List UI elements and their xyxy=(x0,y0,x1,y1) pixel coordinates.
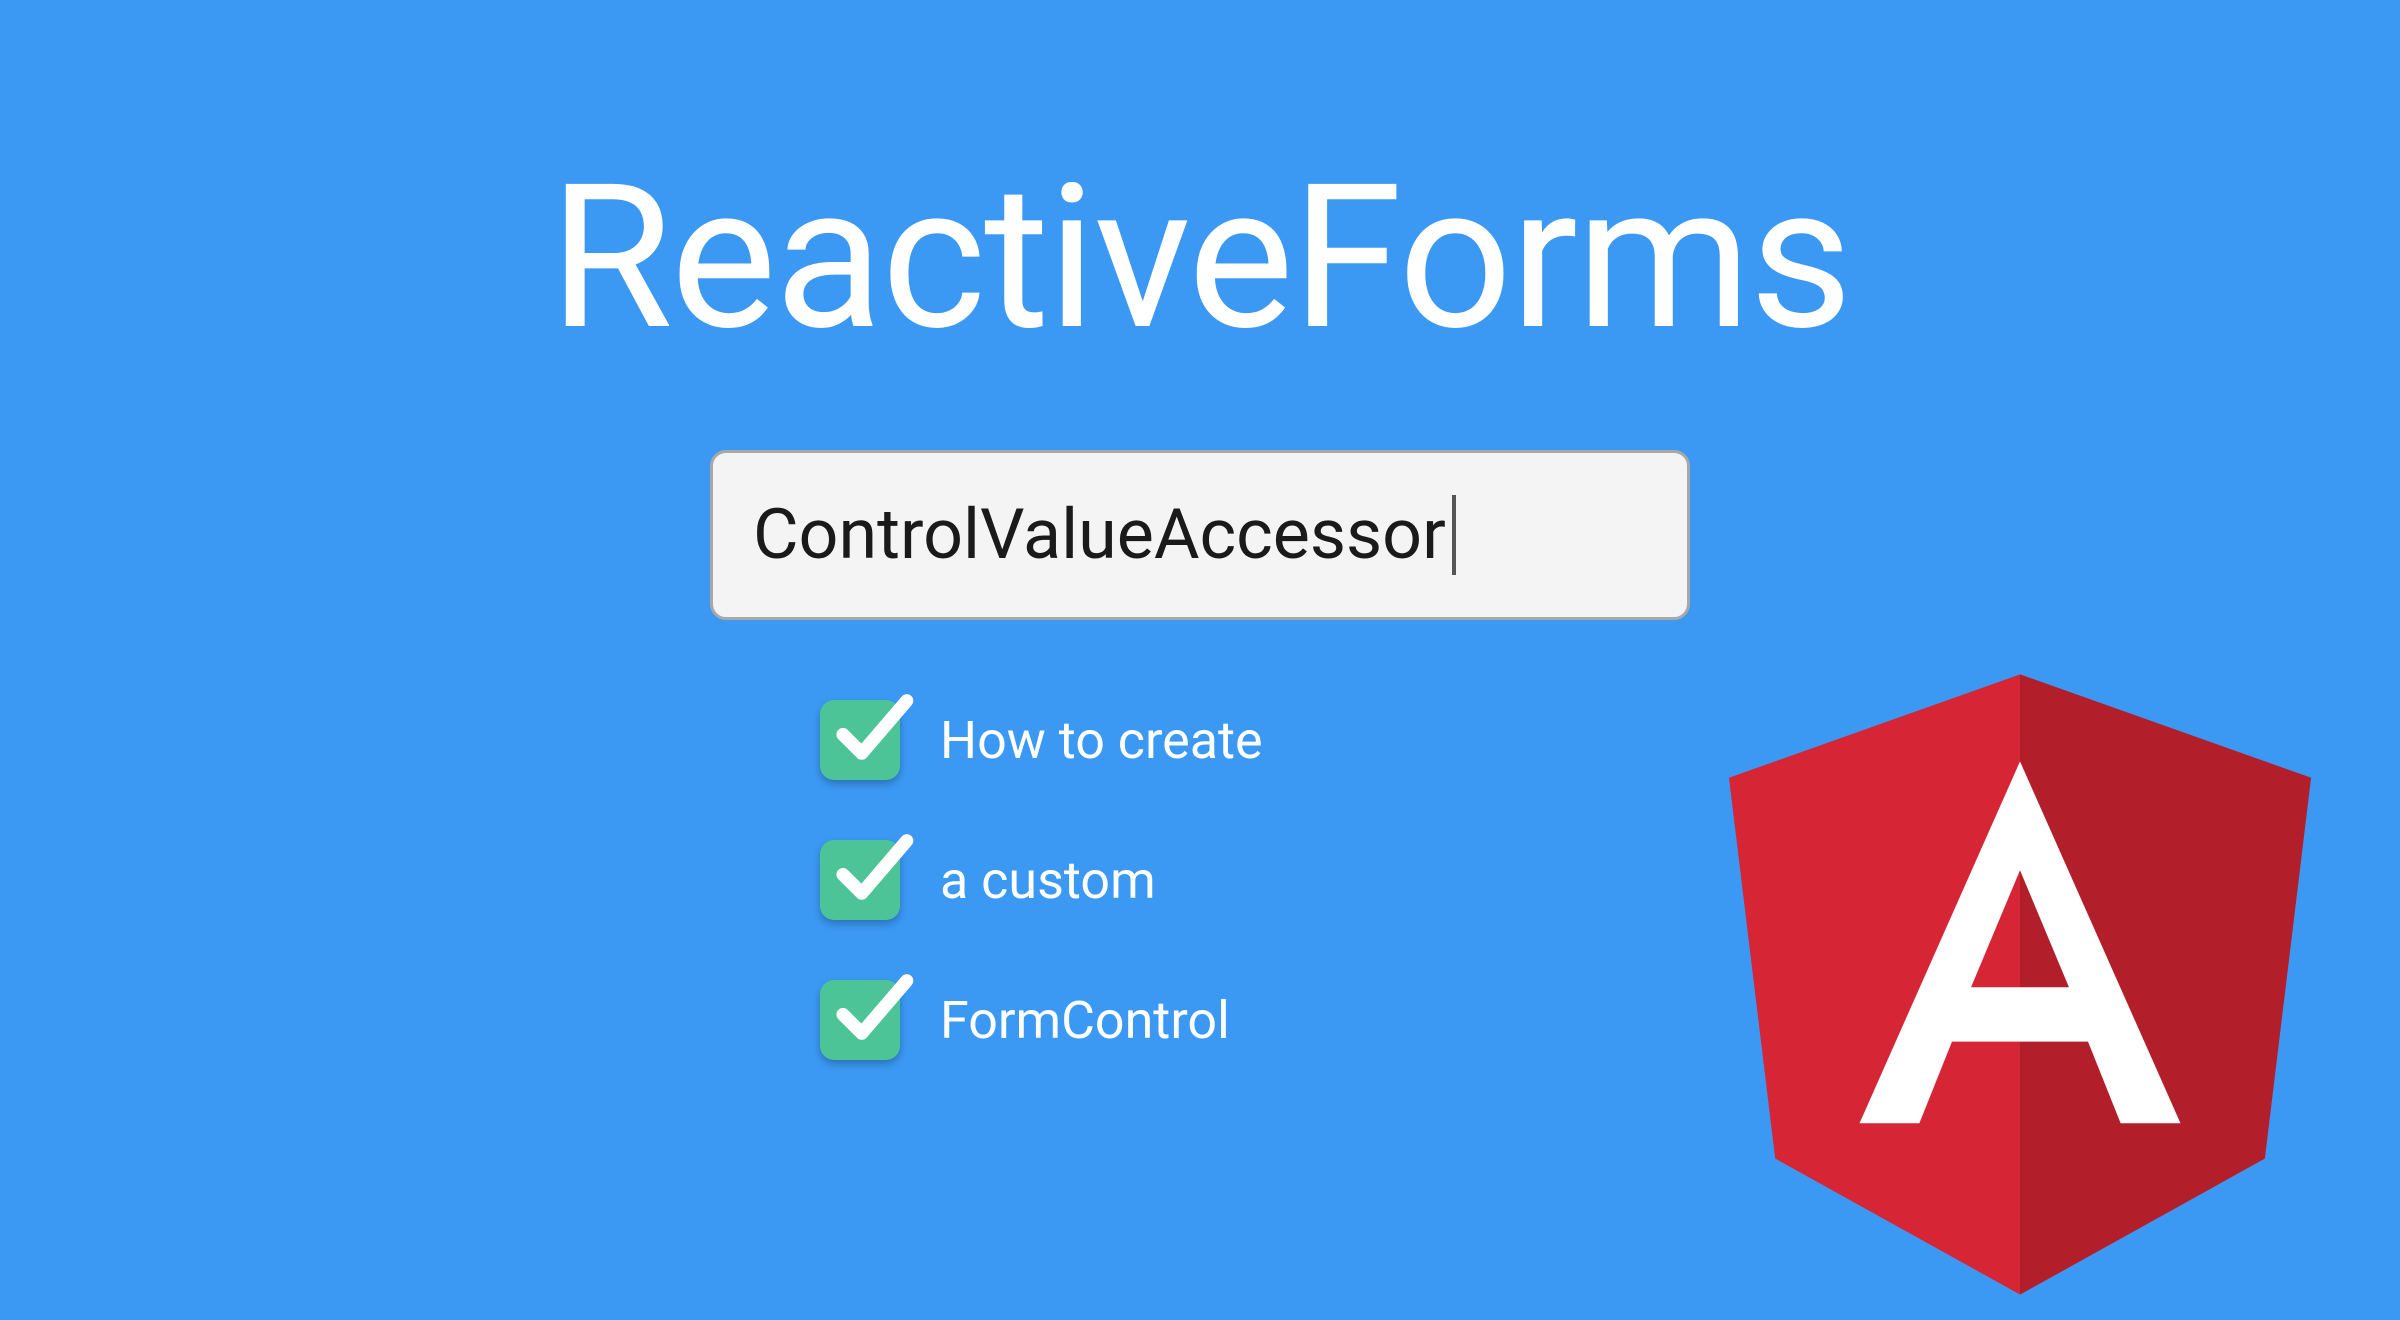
list-item-label: FormControl xyxy=(940,990,1230,1051)
bullet-list: How to create a custom FormControl xyxy=(820,700,1263,1060)
angular-logo-icon xyxy=(1680,600,2360,1320)
list-item: FormControl xyxy=(820,980,1263,1060)
banner: ReactiveForms ControlValueAccessor How t… xyxy=(0,0,2400,1260)
page-title: ReactiveForms xyxy=(549,140,1850,375)
checkbox-icon xyxy=(820,700,900,780)
list-item-label: How to create xyxy=(940,710,1263,771)
input-value: ControlValueAccessor xyxy=(753,494,1446,576)
checkbox-icon xyxy=(820,840,900,920)
list-item-label: a custom xyxy=(940,850,1156,911)
checkbox-icon xyxy=(820,980,900,1060)
text-cursor-icon xyxy=(1452,495,1456,575)
list-item: How to create xyxy=(820,700,1263,780)
text-input[interactable]: ControlValueAccessor xyxy=(710,450,1690,620)
list-item: a custom xyxy=(820,840,1263,920)
